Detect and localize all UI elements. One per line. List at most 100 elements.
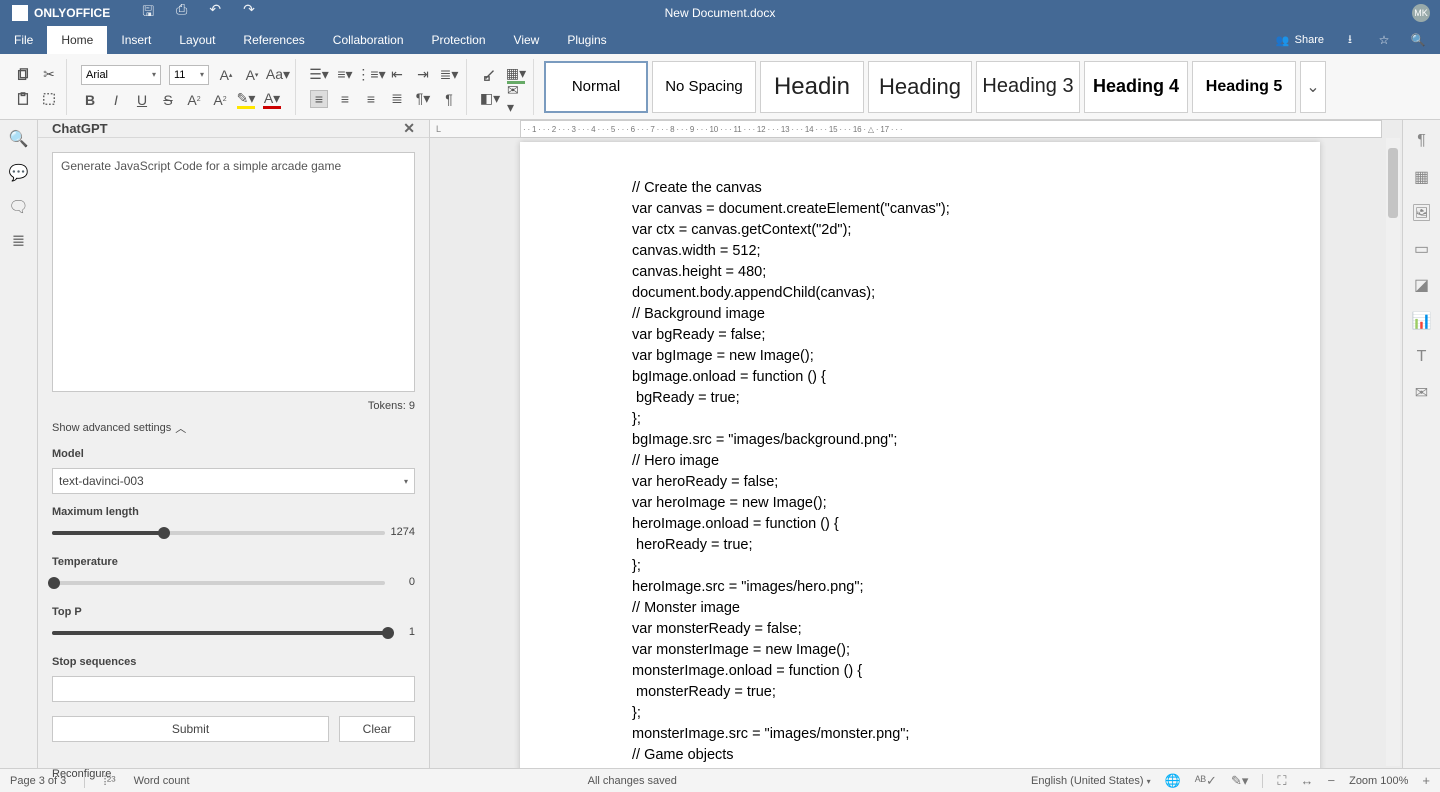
tab-layout[interactable]: Layout <box>165 26 229 54</box>
share-button[interactable]: 👥 Share <box>1275 32 1324 48</box>
workspace: 🔍 💬 🗨 ≣ ChatGPT ✕ Tokens: 9 Show advance… <box>0 120 1440 768</box>
save-icon[interactable]: 🖫 <box>142 1 154 25</box>
font-size-select[interactable]: 11▾ <box>169 65 209 85</box>
bold-icon[interactable]: B <box>81 91 99 109</box>
language-select[interactable]: English (United States) ▾ <box>1031 775 1151 787</box>
page-indicator[interactable]: Page 3 of 3 <box>10 775 66 787</box>
align-right-icon[interactable]: ≡ <box>362 90 380 108</box>
styles-more-icon[interactable]: ⌄ <box>1300 61 1326 113</box>
find-icon[interactable]: 🔍 <box>10 130 28 148</box>
select-all-icon[interactable] <box>40 90 58 108</box>
multilevel-list-icon[interactable]: ⋮≡▾ <box>362 66 380 84</box>
topp-slider[interactable]: 1 <box>52 626 415 644</box>
paragraph-settings-icon[interactable]: ¶ <box>1413 132 1431 150</box>
tab-plugins[interactable]: Plugins <box>553 26 620 54</box>
decrease-indent-icon[interactable]: ⇤ <box>388 66 406 84</box>
copy-icon[interactable] <box>14 66 32 84</box>
stop-input[interactable] <box>52 676 415 702</box>
strikethrough-icon[interactable]: S <box>159 91 177 109</box>
header-footer-icon[interactable]: ▭ <box>1413 240 1431 258</box>
user-avatar[interactable]: MK <box>1412 4 1430 22</box>
style-heading1[interactable]: Headin <box>760 61 864 113</box>
style-heading5[interactable]: Heading 5 <box>1192 61 1296 113</box>
style-heading4[interactable]: Heading 4 <box>1084 61 1188 113</box>
temp-slider[interactable]: 0 <box>52 576 415 594</box>
undo-icon[interactable]: ↶ <box>209 1 221 25</box>
scrollbar-thumb[interactable] <box>1388 148 1398 218</box>
tab-protection[interactable]: Protection <box>418 26 500 54</box>
chat-icon[interactable]: 🗨 <box>10 198 28 216</box>
doclang-icon[interactable]: 🌐 <box>1165 773 1181 789</box>
tab-home[interactable]: Home <box>47 26 107 54</box>
open-location-icon[interactable]: ⭳ <box>1342 32 1358 48</box>
fit-page-icon[interactable]: ⛶ <box>1277 773 1286 789</box>
image-settings-icon[interactable]: 🖼 <box>1413 204 1431 222</box>
change-case-icon[interactable]: Aa▾ <box>269 66 287 84</box>
vertical-scrollbar[interactable] <box>1386 138 1400 766</box>
paragraph-mark-icon[interactable]: ¶▾ <box>414 90 432 108</box>
cut-icon[interactable]: ✂ <box>40 66 58 84</box>
print-icon[interactable]: ⎙ <box>176 1 187 25</box>
spellcheck-icon[interactable]: ᴬᴮ✓ <box>1195 773 1217 789</box>
shape-icon[interactable]: ◧▾ <box>481 90 499 108</box>
page[interactable]: // Create the canvas var canvas = docume… <box>520 142 1320 768</box>
shape-settings-icon[interactable]: ◪ <box>1413 276 1431 294</box>
tab-insert[interactable]: Insert <box>107 26 165 54</box>
clear-style-icon[interactable] <box>481 66 499 84</box>
favorite-icon[interactable]: ☆ <box>1376 32 1392 48</box>
model-select[interactable]: text-davinci-003 ▾ <box>52 468 415 494</box>
tab-references[interactable]: References <box>229 26 318 54</box>
font-color-icon[interactable]: A▾ <box>263 91 281 109</box>
navigation-icon[interactable]: ≣ <box>10 232 28 250</box>
align-left-icon[interactable]: ≡ <box>310 90 328 108</box>
table-settings-icon[interactable]: ▦ <box>1413 168 1431 186</box>
line-spacing-icon[interactable]: ≣▾ <box>440 66 458 84</box>
font-family-select[interactable]: Arial▾ <box>81 65 161 85</box>
close-icon[interactable]: ✕ <box>403 120 415 137</box>
textart-settings-icon[interactable]: T <box>1413 348 1431 366</box>
maxlen-slider[interactable]: 1274 <box>52 526 415 544</box>
horizontal-ruler[interactable]: · · 1 · · · 2 · · · 3 · · · 4 · · · 5 · … <box>520 120 1382 138</box>
increase-indent-icon[interactable]: ⇥ <box>414 66 432 84</box>
model-label: Model <box>52 448 415 460</box>
italic-icon[interactable]: I <box>107 91 125 109</box>
subscript-icon[interactable]: A2 <box>211 91 229 109</box>
advanced-toggle[interactable]: Show advanced settings ︿ <box>52 420 415 436</box>
fit-width-icon[interactable]: ↔ <box>1301 773 1314 788</box>
tab-file[interactable]: File <box>0 26 47 54</box>
style-heading3[interactable]: Heading 3 <box>976 61 1080 113</box>
align-justify-icon[interactable]: ≣ <box>388 90 406 108</box>
tab-collaboration[interactable]: Collaboration <box>319 26 418 54</box>
number-list-icon[interactable]: ≡▾ <box>336 66 354 84</box>
superscript-icon[interactable]: A2 <box>185 91 203 109</box>
bullet-list-icon[interactable]: ☰▾ <box>310 66 328 84</box>
nonprinting-icon[interactable]: ¶ <box>440 90 458 108</box>
style-no-spacing[interactable]: No Spacing <box>652 61 756 113</box>
clear-button[interactable]: Clear <box>339 716 415 742</box>
mailmerge-icon[interactable]: ✉▾ <box>507 90 525 108</box>
chart-settings-icon[interactable]: 📊 <box>1413 312 1431 330</box>
app-logo[interactable]: ONLYOFFICE <box>0 5 122 21</box>
search-icon[interactable]: 🔍 <box>1410 32 1426 48</box>
mail-merge-icon[interactable]: ✉ <box>1413 384 1431 402</box>
zoom-in-icon[interactable]: + <box>1422 773 1430 788</box>
paste-icon[interactable] <box>14 90 32 108</box>
increase-font-icon[interactable]: A▴ <box>217 66 235 84</box>
align-center-icon[interactable]: ≡ <box>336 90 354 108</box>
trackchanges-icon[interactable]: ✎▾ <box>1231 773 1248 789</box>
tab-view[interactable]: View <box>500 26 554 54</box>
page-content[interactable]: // Create the canvas var canvas = docume… <box>520 142 1320 768</box>
style-label: Heading 5 <box>1206 78 1282 96</box>
submit-button[interactable]: Submit <box>52 716 329 742</box>
wordcount-button[interactable]: Word count <box>134 775 190 787</box>
highlight-color-icon[interactable]: ✎▾ <box>237 91 255 109</box>
prompt-textarea[interactable] <box>52 152 415 392</box>
style-normal[interactable]: Normal <box>544 61 648 113</box>
zoom-level[interactable]: Zoom 100% <box>1349 775 1408 787</box>
style-heading2[interactable]: Heading <box>868 61 972 113</box>
redo-icon[interactable]: ↷ <box>243 1 255 25</box>
decrease-font-icon[interactable]: A▾ <box>243 66 261 84</box>
zoom-out-icon[interactable]: − <box>1328 773 1336 788</box>
comments-icon[interactable]: 💬 <box>10 164 28 182</box>
underline-icon[interactable]: U <box>133 91 151 109</box>
